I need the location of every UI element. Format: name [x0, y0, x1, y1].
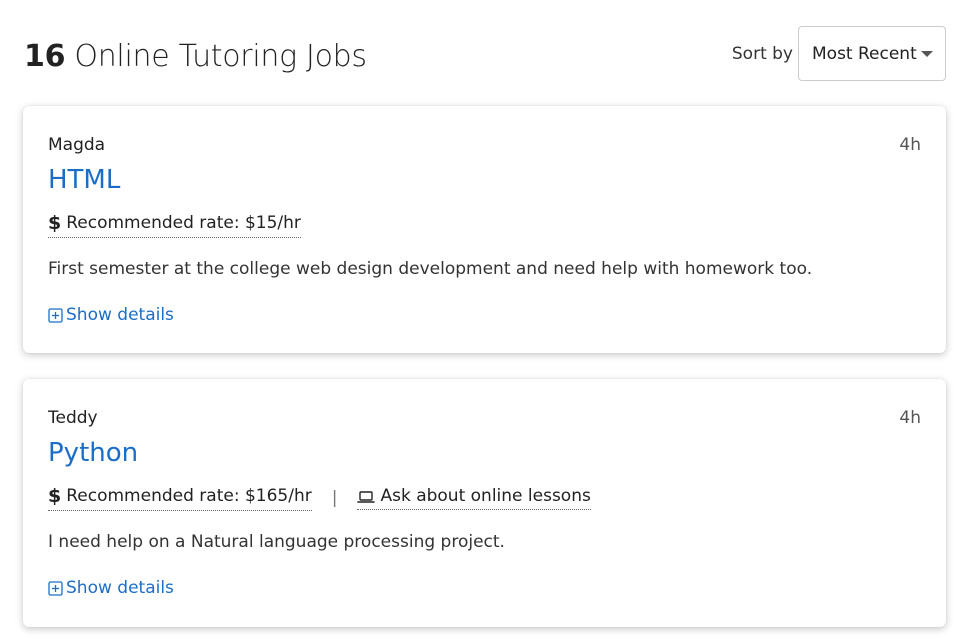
- meta-separator: |: [331, 488, 338, 508]
- online-lessons-link[interactable]: Ask about online lessons: [357, 486, 591, 510]
- job-card: Teddy 4h Python $ Recommended rate: $165…: [23, 379, 946, 627]
- sort-select[interactable]: Most Recent: [798, 26, 946, 81]
- chevron-down-icon: [921, 51, 933, 57]
- job-description: I need help on a Natural language proces…: [48, 532, 505, 552]
- page: 16 Online Tutoring Jobs Sort by Most Rec…: [0, 0, 972, 643]
- show-details-label: Show details: [66, 578, 174, 598]
- page-header: 16 Online Tutoring Jobs Sort by Most Rec…: [24, 26, 946, 81]
- job-card: Magda 4h HTML $ Recommended rate: $15/hr…: [23, 106, 946, 353]
- show-details-label: Show details: [66, 305, 174, 325]
- job-count: 16: [24, 39, 66, 74]
- posted-time: 4h: [899, 408, 921, 428]
- page-title-text: Online Tutoring Jobs: [74, 39, 367, 74]
- show-details-button[interactable]: Show details: [48, 578, 174, 598]
- job-description: First semester at the college web design…: [48, 259, 813, 279]
- recommended-rate[interactable]: $ Recommended rate: $15/hr: [48, 212, 301, 238]
- dollar-icon: $: [48, 212, 62, 234]
- job-subject-link[interactable]: HTML: [48, 165, 120, 195]
- job-meta: $ Recommended rate: $15/hr: [48, 212, 301, 238]
- online-lessons-text: Ask about online lessons: [380, 486, 591, 506]
- dollar-icon: $: [48, 485, 62, 507]
- job-subject-link[interactable]: Python: [48, 438, 138, 468]
- plus-square-icon: [48, 581, 63, 596]
- rate-text: Recommended rate: $15/hr: [66, 213, 301, 233]
- recommended-rate[interactable]: $ Recommended rate: $165/hr: [48, 485, 312, 511]
- sort-selected-value: Most Recent: [812, 43, 917, 64]
- show-details-button[interactable]: Show details: [48, 305, 174, 325]
- laptop-icon: [357, 490, 376, 503]
- plus-square-icon: [48, 308, 63, 323]
- page-title: 16 Online Tutoring Jobs: [24, 39, 367, 74]
- job-meta: $ Recommended rate: $165/hr | Ask about …: [48, 485, 591, 511]
- rate-text: Recommended rate: $165/hr: [66, 486, 312, 506]
- sort-label: Sort by: [731, 43, 793, 64]
- student-name: Magda: [48, 135, 106, 155]
- posted-time: 4h: [899, 135, 921, 155]
- sort-control: Sort by Most Recent: [732, 26, 946, 81]
- student-name: Teddy: [48, 408, 98, 428]
